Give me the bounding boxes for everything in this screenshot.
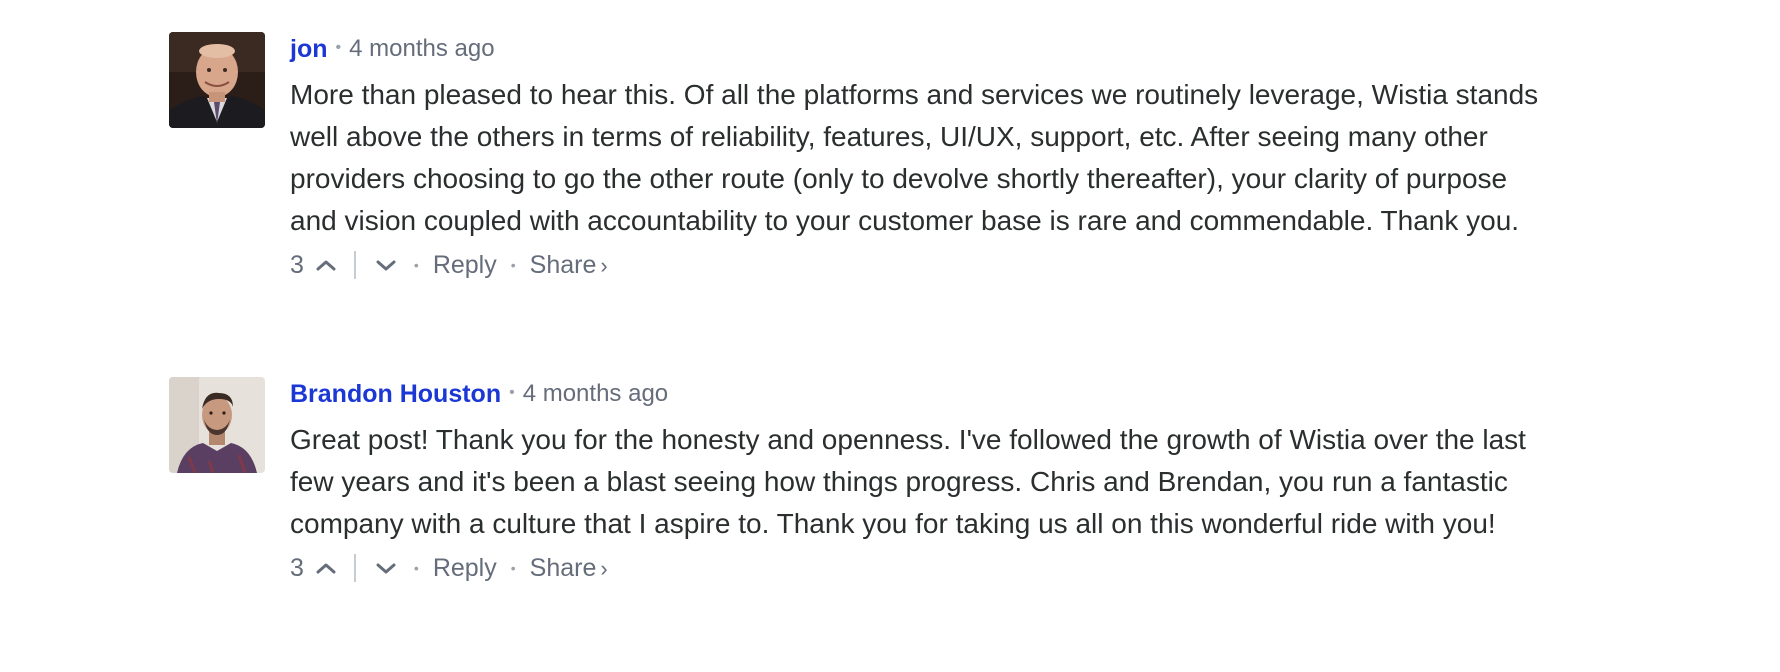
timestamp[interactable]: 4 months ago — [349, 35, 494, 63]
upvote-button[interactable] — [312, 251, 340, 279]
reply-button[interactable]: Reply — [433, 251, 497, 280]
avatar[interactable] — [169, 32, 265, 128]
comment-text: More than pleased to hear this. Of all t… — [290, 79, 1539, 236]
author-link[interactable]: Brandon Houston — [290, 380, 501, 409]
comment-body: jon • 4 months ago More than pleased to … — [290, 32, 1550, 284]
comment-meta: jon • 4 months ago — [290, 32, 1550, 66]
share-button[interactable]: Share › — [530, 251, 608, 280]
avatar[interactable] — [169, 377, 265, 473]
comment-actions: 3 • Reply • Share › — [290, 246, 1550, 284]
downvote-button[interactable] — [372, 554, 400, 582]
chevron-up-icon — [316, 260, 336, 271]
reply-button[interactable]: Reply — [433, 554, 497, 583]
action-separator: • — [510, 560, 516, 576]
avatar-photo — [169, 32, 265, 128]
share-label: Share — [529, 553, 597, 582]
action-separator: • — [413, 257, 419, 273]
comment-actions: 3 • Reply • Share › — [290, 549, 1550, 587]
avatar-photo — [169, 377, 265, 473]
vote-divider — [353, 251, 356, 279]
vote-count: 3 — [290, 250, 304, 279]
comment-text: Great post! Thank you for the honesty an… — [290, 424, 1526, 539]
timestamp[interactable]: 4 months ago — [523, 380, 668, 408]
vote-count: 3 — [290, 553, 304, 582]
chevron-down-icon — [376, 260, 396, 271]
chevron-down-icon — [376, 563, 396, 574]
vote-divider — [353, 554, 356, 582]
comment-body: Brandon Houston • 4 months ago Great pos… — [290, 377, 1550, 587]
comment-meta: Brandon Houston • 4 months ago — [290, 377, 1550, 411]
meta-separator: • — [509, 384, 515, 401]
action-separator: • — [510, 257, 516, 273]
share-arrow-icon: › — [600, 252, 608, 278]
chevron-up-icon — [316, 563, 336, 574]
share-label: Share — [529, 250, 597, 279]
share-arrow-icon: › — [600, 555, 608, 581]
upvote-button[interactable] — [312, 554, 340, 582]
meta-separator: • — [335, 39, 342, 56]
share-button[interactable]: Share › — [530, 554, 608, 583]
downvote-button[interactable] — [372, 251, 400, 279]
author-link[interactable]: jon — [290, 35, 328, 64]
action-separator: • — [413, 560, 419, 576]
